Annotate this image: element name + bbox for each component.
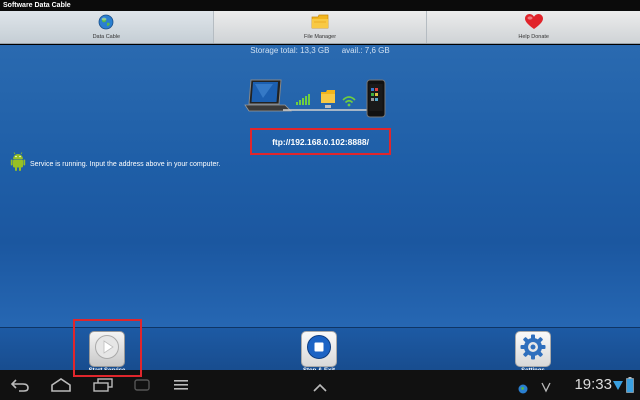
- storage-total: Storage total: 13,3 GB: [250, 46, 330, 55]
- globe-icon: [98, 14, 114, 35]
- signal-bars-icon: [296, 94, 310, 105]
- clock: 19:33: [574, 376, 612, 393]
- storage-info: Storage total: 13,3 GB avail.: 7,6 GB: [0, 46, 640, 55]
- system-nav-bar: 19:33: [0, 370, 640, 400]
- tab-data-cable[interactable]: Data Cable: [0, 11, 214, 43]
- status-row: Service is running. Input the address ab…: [10, 152, 220, 177]
- battery-icon: [626, 377, 634, 398]
- back-icon[interactable]: [10, 378, 30, 397]
- tab-file-manager[interactable]: File Manager: [214, 11, 428, 43]
- start-service-button[interactable]: [89, 331, 125, 367]
- phone-icon: [366, 79, 386, 118]
- notification-app-icon[interactable]: [518, 381, 528, 399]
- folder-transfer-icon: [321, 90, 335, 108]
- home-icon[interactable]: [50, 378, 72, 397]
- stop-icon: [306, 334, 332, 365]
- storage-available: avail.: 7,6 GB: [341, 46, 390, 55]
- laptop-icon: [244, 79, 292, 112]
- tab-bar: Data Cable File Manager Help Donate: [0, 11, 640, 44]
- wifi-icon: [342, 96, 356, 107]
- chevron-up-icon[interactable]: [312, 380, 328, 398]
- heart-icon: [524, 14, 543, 35]
- stop-exit-button[interactable]: [301, 331, 337, 367]
- v-notification-icon[interactable]: [541, 380, 551, 398]
- ftp-address-box[interactable]: ftp://192.168.0.102:8888/: [250, 128, 391, 155]
- connection-illustration: [243, 78, 393, 128]
- status-message: Service is running. Input the address ab…: [30, 161, 221, 168]
- tab-label: File Manager: [303, 34, 337, 40]
- play-icon: [94, 334, 120, 365]
- menu-icon[interactable]: [173, 378, 189, 397]
- android-icon: [10, 152, 26, 177]
- recent-apps-icon[interactable]: [92, 378, 114, 397]
- screenshot-icon[interactable]: [134, 378, 150, 397]
- app-title: Software Data Cable: [3, 2, 71, 9]
- tab-help-donate[interactable]: Help Donate: [427, 11, 640, 43]
- gear-icon: [519, 333, 547, 366]
- action-bar: Start Service Stop & Exit S: [0, 327, 640, 374]
- folder-icon: [311, 14, 329, 34]
- wifi-status-icon: [613, 379, 623, 397]
- ftp-address: ftp://192.168.0.102:8888/: [272, 136, 369, 147]
- settings-button[interactable]: [515, 331, 551, 367]
- main-panel: Storage total: 13,3 GB avail.: 7,6 GB ft…: [0, 45, 640, 327]
- app-title-bar: Software Data Cable: [0, 0, 640, 11]
